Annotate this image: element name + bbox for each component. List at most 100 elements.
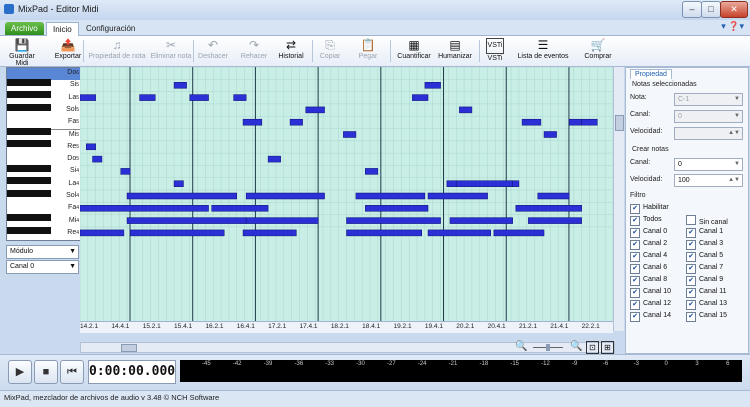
stepper-icon[interactable]: ▲▼	[728, 175, 740, 186]
humanizar-button[interactable]: ▤ Humanizar	[435, 36, 475, 66]
vsti-button[interactable]: VSTi VSTi	[482, 36, 508, 66]
deshacer-button[interactable]: ↶ Deshacer	[196, 36, 230, 66]
cuantificar-button[interactable]: ▦ Cuantificar	[394, 36, 434, 66]
lista-de-eventos-button[interactable]: ☰ Lista de eventos	[512, 36, 574, 66]
midi-note[interactable]	[80, 94, 96, 101]
channel-checkbox[interactable]: ✔ Canal 3	[686, 239, 723, 250]
eliminar-nota-button[interactable]: ✂ Eliminar nota	[148, 36, 194, 66]
midi-note[interactable]	[289, 118, 303, 126]
channel-checkbox[interactable]: ✔ Canal 4	[630, 251, 667, 262]
midi-note[interactable]	[245, 217, 319, 224]
midi-note[interactable]	[543, 131, 557, 138]
midi-note[interactable]	[424, 82, 441, 89]
comprar-button[interactable]: 🛒 Comprar	[578, 36, 618, 66]
midi-note[interactable]	[80, 229, 125, 237]
checkbox-box[interactable]: ✔	[686, 276, 696, 286]
piano-black-key[interactable]	[7, 78, 51, 86]
midi-note[interactable]	[139, 94, 156, 101]
minimize-button[interactable]: –	[682, 1, 702, 18]
channel-checkbox[interactable]: ✔ Canal 11	[686, 287, 727, 298]
midi-note[interactable]	[537, 192, 570, 200]
create-canal-select[interactable]: 0 ▼	[674, 158, 743, 171]
checkbox-box[interactable]: ✔	[630, 300, 640, 310]
timeline-ruler[interactable]: 14.2.1 14.4.1 15.2.1 15.4.1 16.2.1 16.4.1 17.2…	[80, 321, 613, 333]
scroll-thumb[interactable]	[615, 115, 624, 131]
channel-checkbox[interactable]: ✔ Canal 9	[686, 275, 723, 286]
midi-note[interactable]	[365, 168, 379, 175]
midi-note[interactable]	[173, 82, 187, 89]
piano-black-key[interactable]	[7, 226, 51, 234]
checkbox-box[interactable]: ✔	[630, 252, 640, 262]
piano-black-key[interactable]	[7, 189, 51, 197]
midi-note[interactable]	[173, 180, 184, 187]
midi-note[interactable]	[267, 155, 281, 163]
midi-note[interactable]	[581, 118, 598, 126]
channel-checkbox[interactable]: ✔ Canal 1	[686, 227, 723, 238]
piano-black-key[interactable]	[7, 214, 51, 222]
channel-checkbox[interactable]: ✔ Canal 5	[686, 251, 723, 262]
piano-black-key[interactable]	[7, 128, 51, 136]
habilitar-checkbox[interactable]: ✔ Habilitar	[630, 203, 669, 214]
stop-button[interactable]: ■	[34, 360, 58, 384]
midi-note[interactable]	[242, 118, 263, 126]
midi-note[interactable]	[233, 94, 247, 101]
midi-note[interactable]	[211, 205, 269, 212]
mode-select[interactable]: Módulo ▼	[6, 245, 79, 259]
checkbox-box[interactable]: ✔	[686, 264, 696, 274]
scroll-thumb[interactable]	[121, 344, 137, 352]
channel-checkbox[interactable]: ✔ Canal 10	[630, 287, 671, 298]
channel-checkbox[interactable]: ✔ Canal 7	[686, 263, 723, 274]
checkbox-box[interactable]: ✔	[630, 276, 640, 286]
channel-checkbox[interactable]: ✔ Canal 6	[630, 263, 667, 274]
channel-checkbox[interactable]: ✔ Canal 14	[630, 311, 671, 322]
vertical-scrollbar[interactable]	[613, 67, 624, 331]
midi-note[interactable]	[459, 106, 473, 114]
pegar-button[interactable]: 📋 Pegar	[354, 36, 382, 66]
midi-note[interactable]	[126, 192, 238, 200]
piano-keyboard[interactable]: Do6 Si5 La5 Sol5 Fa5 Mi5 Re5 Do5 Si4 La4 Sol4 Fa4 Mi…	[6, 67, 82, 241]
midi-note[interactable]	[412, 94, 429, 101]
channel-checkbox[interactable]: ✔ Canal 0	[630, 227, 667, 238]
maximize-button[interactable]: □	[701, 1, 721, 18]
midi-note[interactable]	[120, 168, 131, 175]
midi-note[interactable]	[449, 217, 513, 224]
rewind-button[interactable]: ⏮	[60, 360, 84, 384]
channel-select[interactable]: Canal 0 ▼	[6, 260, 79, 274]
checkbox-box[interactable]: ✔	[630, 216, 640, 226]
midi-note[interactable]	[86, 143, 96, 151]
zoom-slider-handle[interactable]	[546, 344, 550, 351]
zoom-fit-icon[interactable]: ⊡	[586, 341, 599, 354]
zoom-out-icon[interactable]: 🔍	[515, 341, 527, 352]
midi-note[interactable]	[455, 180, 513, 187]
piano-roll-grid[interactable]	[80, 67, 613, 321]
checkbox-box[interactable]: ✔	[630, 288, 640, 298]
checkbox-box[interactable]: ✔	[630, 264, 640, 274]
note-grid-canvas[interactable]	[80, 67, 613, 321]
checkbox-box[interactable]: ✔	[630, 240, 640, 250]
zoom-in-icon[interactable]: 🔍	[570, 341, 582, 352]
help-icon[interactable]: ▾ ❓▾	[721, 21, 744, 32]
midi-note[interactable]	[346, 229, 422, 237]
checkbox-box[interactable]: ✔	[686, 252, 696, 262]
tab-propiedad[interactable]: Propiedad	[630, 69, 672, 79]
midi-note[interactable]	[446, 180, 457, 187]
midi-note[interactable]	[427, 192, 488, 200]
midi-note[interactable]	[126, 217, 247, 224]
piano-black-key[interactable]	[7, 140, 51, 148]
midi-note[interactable]	[92, 155, 103, 163]
channel-checkbox[interactable]: ✔ Canal 13	[686, 299, 727, 310]
tab-inicio[interactable]: Inicio	[46, 22, 79, 36]
checkbox-box[interactable]: ✔	[686, 240, 696, 250]
propiedad-de-nota-button[interactable]: ♫ Propiedad de nota	[86, 36, 148, 66]
checkbox-box[interactable]: ✔	[686, 288, 696, 298]
midi-note[interactable]	[242, 229, 297, 237]
checkbox-box[interactable]: ✔	[630, 228, 640, 238]
tab-archivo[interactable]: Archivo	[5, 22, 44, 35]
midi-note[interactable]	[427, 229, 491, 237]
channel-checkbox[interactable]: ✔ Canal 12	[630, 299, 671, 310]
piano-black-key[interactable]	[7, 91, 51, 99]
guardar-midi-button[interactable]: 💾 Guardar Midi	[2, 36, 42, 67]
midi-note[interactable]	[80, 205, 209, 212]
exportar-button[interactable]: 📤 Exportar	[50, 36, 86, 66]
piano-black-key[interactable]	[7, 177, 51, 185]
